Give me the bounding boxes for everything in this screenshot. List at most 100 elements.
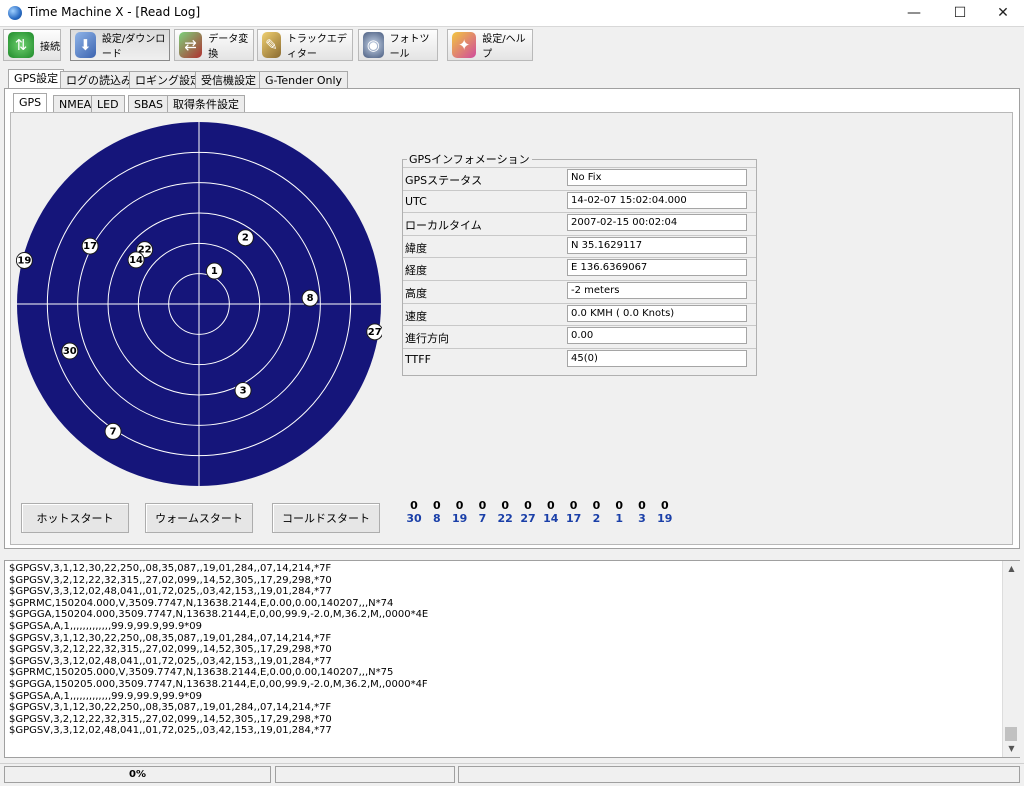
log-scrollbar[interactable]: ▲ ▼: [1002, 561, 1020, 757]
close-button[interactable]: ✕: [980, 0, 1024, 26]
app-globe-icon: [8, 6, 22, 20]
tab-g-tender-only[interactable]: G-Tender Only: [259, 71, 349, 89]
gps-info-value-field[interactable]: E 136.6369067: [567, 259, 747, 277]
progress-text: 0%: [129, 769, 146, 780]
warm-start-button[interactable]: ウォームスタート: [145, 503, 253, 533]
gps-info-value-field[interactable]: -2 meters: [567, 282, 747, 299]
track-editor-button[interactable]: ✎ トラックエディター: [257, 29, 353, 61]
snr-column: 03: [631, 499, 653, 525]
gps-info-label: 速度: [405, 309, 427, 323]
camera-icon: ◉: [363, 32, 384, 58]
status-panel-3: [458, 766, 1020, 783]
settings-help-button[interactable]: ✦ 設定/ヘルプ: [447, 29, 533, 61]
gps-info-row: 緯度 N 35.1629117: [403, 234, 756, 257]
scroll-thumb[interactable]: [1005, 727, 1017, 741]
satellite-prn-label: 30: [63, 346, 77, 357]
track-editor-label: トラックエディター: [286, 34, 347, 60]
photo-tool-button[interactable]: ◉ フォトツール: [358, 29, 438, 61]
snr-prn: 1: [615, 512, 624, 525]
gps-info-label: UTC: [405, 194, 427, 208]
gps-info-row: 進行方向 0.00: [403, 325, 756, 347]
hot-start-button[interactable]: ホットスタート: [21, 503, 129, 533]
satellite-prn-label: 8: [307, 293, 314, 304]
photo-tool-label: フォトツール: [389, 34, 430, 60]
snr-value: 0: [660, 499, 669, 512]
snr-value: 0: [432, 499, 441, 512]
log-line: $GPGSV,3,3,12,02,48,041,,01,72,025,,03,4…: [9, 725, 332, 737]
log-line: $GPGSV,3,2,12,22,32,315,,27,02,099,,14,5…: [9, 644, 332, 656]
satellite-marker: 27: [366, 323, 382, 341]
log-line: $GPGSV,3,3,12,02,48,041,,01,72,025,,03,4…: [9, 655, 332, 667]
snr-prn: 2: [592, 512, 601, 525]
snr-value: 0: [455, 499, 464, 512]
snr-column: 0 17: [563, 499, 585, 525]
gps-info-value-field[interactable]: 45(0): [567, 349, 747, 367]
snr-column: 0 19: [449, 499, 471, 525]
satellite-marker: 7: [104, 422, 122, 440]
snr-column: 08: [426, 499, 448, 525]
gps-info-label: 緯度: [405, 241, 427, 255]
gps-info-value-field[interactable]: N 35.1629117: [567, 236, 747, 254]
subtab-led[interactable]: LED: [91, 95, 125, 113]
tab-receiver-settings[interactable]: 受信機設定: [195, 71, 262, 89]
nmea-log-lines: $GPGSV,3,1,12,30,22,250,,08,35,087,,19,0…: [9, 563, 428, 737]
cold-start-button[interactable]: コールドスタート: [272, 503, 380, 533]
satellite-marker: 2: [236, 229, 254, 247]
progress-bar: 0%: [4, 766, 271, 783]
subtab-gps[interactable]: GPS: [13, 93, 48, 113]
gps-info-label: 進行方向: [405, 332, 449, 346]
gps-info-row: GPSステータス No Fix: [403, 167, 756, 189]
sky-plot: 22171421819273037: [16, 122, 382, 486]
log-line: $GPGGA,150204.000,3509.7747,N,13638.2144…: [9, 609, 429, 621]
pencil-icon: ✎: [262, 32, 281, 58]
gps-info-value-field[interactable]: 2007-02-15 00:02:04: [567, 214, 747, 232]
snr-prn: 14: [543, 512, 559, 525]
scroll-down-icon[interactable]: ▼: [1003, 741, 1020, 757]
minimize-button[interactable]: —: [891, 0, 937, 26]
gps-info-value-field[interactable]: 0.00: [567, 327, 747, 345]
log-line: $GPGSV,3,1,12,30,22,250,,08,35,087,,19,0…: [9, 563, 332, 574]
log-line: $GPGSV,3,2,12,22,32,315,,27,02,099,,14,5…: [9, 713, 332, 725]
gps-info-value-field[interactable]: 14-02-07 15:02:04.000: [567, 191, 747, 209]
snr-prn: 3: [638, 512, 646, 525]
satellite-prn-label: 2: [242, 233, 249, 244]
satellite-marker: 1: [205, 262, 223, 280]
snr-prn: 27: [520, 512, 536, 525]
subtab-acquisition-conditions[interactable]: 取得条件設定: [167, 95, 245, 113]
connect-icon: ⇅: [8, 32, 34, 58]
snr-column: 07: [471, 499, 493, 525]
snr-prn: 17: [565, 512, 582, 525]
data-convert-button[interactable]: ⇄ データ変換: [174, 29, 254, 61]
gps-info-row: ローカルタイム 2007-02-15 00:02:04: [403, 212, 756, 234]
gps-info-label: 高度: [405, 287, 427, 300]
snr-column: 0 22: [494, 499, 516, 525]
satellite-marker: 3: [234, 381, 252, 399]
settings-download-button[interactable]: ⬇ 設定/ダウンロード: [70, 29, 170, 61]
gps-info-value-field[interactable]: 0.0 KMH ( 0.0 Knots): [567, 304, 747, 322]
snr-prn: 19: [657, 512, 673, 525]
snr-prn: 7: [478, 512, 487, 525]
tab-gps-settings[interactable]: GPS設定: [8, 69, 65, 89]
snr-value: 0: [569, 499, 578, 512]
snr-prn: 30: [406, 512, 422, 525]
settings-download-label: 設定/ダウンロード: [101, 34, 166, 60]
snr-value: 0: [615, 499, 624, 512]
snr-prn: 22: [497, 512, 513, 525]
tab-read-log[interactable]: ログの読込み: [60, 71, 138, 89]
settings-help-label: 設定/ヘルプ: [482, 34, 526, 60]
gps-info-row: 速度 0.0 KMH ( 0.0 Knots): [403, 302, 756, 325]
maximize-button[interactable]: ☐: [937, 0, 983, 26]
download-icon: ⬇: [75, 32, 96, 58]
log-line: $GPGSA,A,1,,,,,,,,,,,,,99.9,99.9,99.9*09: [9, 620, 203, 632]
satellite-prn-label: 17: [83, 241, 97, 252]
satellite-prn-label: 3: [240, 385, 247, 396]
log-line: $GPGGA,150205.000,3509.7747,N,13638.2144…: [9, 678, 428, 690]
snr-value: 0: [501, 499, 510, 512]
satellite-marker: 30: [61, 342, 79, 360]
subtab-sbas[interactable]: SBAS: [128, 95, 170, 113]
gps-info-value-field[interactable]: No Fix: [567, 169, 747, 186]
gps-info-row: UTC 14-02-07 15:02:04.000: [403, 189, 756, 212]
scroll-up-icon[interactable]: ▲: [1003, 561, 1020, 577]
satellite-prn-label: 7: [110, 426, 117, 437]
connect-button[interactable]: ⇅ 接続: [3, 29, 61, 61]
